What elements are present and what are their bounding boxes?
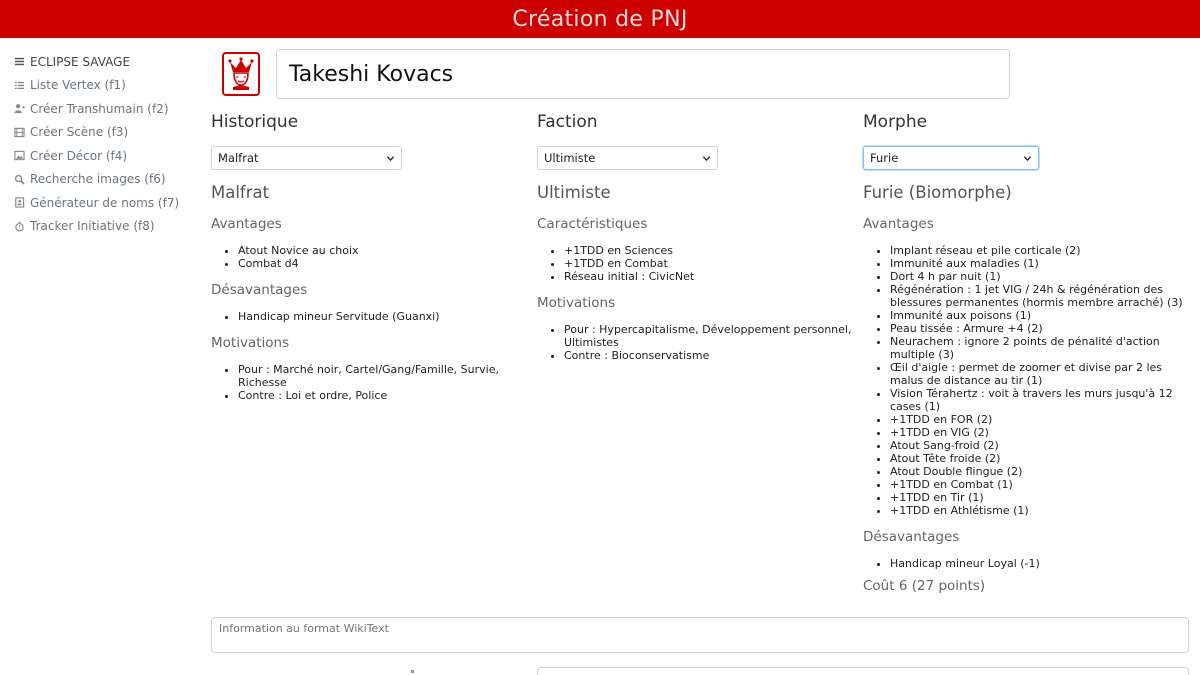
morphe-desavantages-heading: Désavantages bbox=[863, 529, 960, 545]
list-icon bbox=[13, 79, 25, 91]
faction-motivations-list: Pour : Hypercapitalisme, Développement p… bbox=[537, 323, 862, 362]
list-item: Réseau initial : CivicNet bbox=[564, 270, 862, 283]
sidebar-item-creer-decor[interactable]: Créer Décor (f4) bbox=[0, 144, 190, 168]
morphe-desavantages-list: Handicap mineur Loyal (-1) bbox=[863, 557, 1188, 570]
historique-column: Historique Malfrat Malfrat Avantages Ato… bbox=[211, 111, 536, 408]
sidebar-item-label: Créer Transhumain (f2) bbox=[30, 101, 169, 116]
list-item: +1TDD en Combat (1) bbox=[890, 478, 1188, 491]
historique-desavantages-list: Handicap mineur Servitude (Guanxi) bbox=[211, 310, 536, 323]
list-item: Atout Novice au choix bbox=[238, 244, 536, 257]
list-item: +1TDD en VIG (2) bbox=[890, 426, 1188, 439]
character-logo bbox=[222, 52, 260, 96]
list-item: Immunité aux poisons (1) bbox=[890, 309, 1188, 322]
list-item: +1TDD en Athlétisme (1) bbox=[890, 504, 1188, 517]
faction-select-value: Ultimiste bbox=[544, 151, 596, 165]
historique-motivations-heading: Motivations bbox=[211, 335, 290, 351]
header-bar: Création de PNJ bbox=[0, 0, 1200, 38]
morphe-title: Furie (Biomorphe) bbox=[863, 183, 1012, 202]
historique-avantages-heading: Avantages bbox=[211, 216, 282, 232]
sidebar-item-eclipse-savage[interactable]: ECLIPSE SAVAGE bbox=[0, 50, 190, 74]
list-item: Contre : Bioconservatisme bbox=[564, 349, 862, 362]
faction-title: Ultimiste bbox=[537, 183, 611, 202]
user-plus-icon bbox=[13, 103, 25, 115]
sidebar-item-label: ECLIPSE SAVAGE bbox=[30, 54, 131, 69]
list-item: Dort 4 h par nuit (1) bbox=[890, 270, 1188, 283]
list-item: Handicap mineur Servitude (Guanxi) bbox=[238, 310, 536, 323]
historique-select[interactable]: Malfrat bbox=[211, 146, 402, 170]
morphe-heading: Morphe bbox=[863, 112, 928, 132]
historique-motivations-list: Pour : Marché noir, Cartel/Gang/Famille,… bbox=[211, 363, 536, 402]
list-item: Neurachem : ignore 2 points de pénalité … bbox=[890, 335, 1188, 361]
sidebar-item-liste-vertex[interactable]: Liste Vertex (f1) bbox=[0, 74, 190, 98]
sidebar-item-label: Créer Décor (f4) bbox=[30, 148, 128, 163]
search-icon bbox=[13, 173, 25, 185]
list-item: Peau tissée : Armure +4 (2) bbox=[890, 322, 1188, 335]
faction-column: Faction Ultimiste Ultimiste Caractéristi… bbox=[537, 111, 862, 368]
list-item: +1TDD en Combat bbox=[564, 257, 862, 270]
character-name-input[interactable] bbox=[276, 49, 1010, 99]
morphe-avantages-list: Implant réseau et pile corticale (2) Imm… bbox=[863, 244, 1188, 517]
historique-avantages-list: Atout Novice au choix Combat d4 bbox=[211, 244, 536, 270]
divider bbox=[411, 670, 414, 673]
list-item: Œil d'aigle : permet de zoomer et divise… bbox=[890, 361, 1188, 387]
list-item: Vision Térahertz : voit à travers les mu… bbox=[890, 387, 1188, 413]
list-item: Implant réseau et pile corticale (2) bbox=[890, 244, 1188, 257]
sidebar-item-creer-scene[interactable]: Créer Scène (f3) bbox=[0, 121, 190, 145]
bottom-input-field[interactable] bbox=[537, 667, 1189, 675]
faction-select[interactable]: Ultimiste bbox=[537, 146, 718, 170]
list-item: Pour : Marché noir, Cartel/Gang/Famille,… bbox=[238, 363, 516, 389]
historique-title: Malfrat bbox=[211, 183, 270, 202]
historique-select-value: Malfrat bbox=[218, 151, 259, 165]
sidebar-item-label: Créer Scène (f3) bbox=[30, 125, 129, 140]
list-item: Atout Sang-froid (2) bbox=[890, 439, 1188, 452]
sidebar-item-label: Recherche images (f6) bbox=[30, 172, 166, 187]
list-item: Pour : Hypercapitalisme, Développement p… bbox=[564, 323, 862, 349]
list-item: Atout Tête froide (2) bbox=[890, 452, 1188, 465]
sidebar-item-creer-transhumain[interactable]: Créer Transhumain (f2) bbox=[0, 97, 190, 121]
address-book-icon bbox=[13, 197, 25, 209]
morphe-select-value: Furie bbox=[870, 151, 899, 165]
list-item: Combat d4 bbox=[238, 257, 536, 270]
list-item: +1TDD en Sciences bbox=[564, 244, 862, 257]
jester-icon bbox=[228, 57, 254, 90]
list-item: Contre : Loi et ordre, Police bbox=[238, 389, 516, 402]
morphe-avantages-heading: Avantages bbox=[863, 216, 934, 232]
historique-heading: Historique bbox=[211, 112, 299, 132]
faction-caracteristiques-heading: Caractéristiques bbox=[537, 216, 648, 232]
list-item: Immunité aux maladies (1) bbox=[890, 257, 1188, 270]
faction-heading: Faction bbox=[537, 112, 598, 132]
page-title: Création de PNJ bbox=[512, 6, 688, 32]
morphe-cout: Coût 6 (27 points) bbox=[863, 578, 986, 594]
film-icon bbox=[13, 126, 25, 138]
morphe-select[interactable]: Furie bbox=[863, 146, 1039, 170]
sidebar-item-label: Générateur de noms (f7) bbox=[30, 195, 180, 210]
sidebar-item-generateur-noms[interactable]: Générateur de noms (f7) bbox=[0, 191, 190, 215]
faction-caracteristiques-list: +1TDD en Sciences +1TDD en Combat Réseau… bbox=[537, 244, 862, 283]
stopwatch-icon bbox=[13, 220, 25, 232]
image-icon bbox=[13, 150, 25, 162]
chevron-down-icon bbox=[1023, 155, 1032, 161]
list-item: +1TDD en Tir (1) bbox=[890, 491, 1188, 504]
sidebar-item-tracker-initiative[interactable]: Tracker Initiative (f8) bbox=[0, 215, 190, 239]
faction-motivations-heading: Motivations bbox=[537, 295, 616, 311]
sidebar-item-recherche-images[interactable]: Recherche images (f6) bbox=[0, 168, 190, 192]
list-item: Régénération : 1 jet VIG / 24h & régénér… bbox=[890, 283, 1188, 309]
wikitext-field[interactable] bbox=[211, 617, 1189, 653]
list-item: Handicap mineur Loyal (-1) bbox=[890, 557, 1188, 570]
morphe-column: Morphe Furie Furie (Biomorphe) Avantages… bbox=[863, 111, 1188, 594]
list-item: +1TDD en FOR (2) bbox=[890, 413, 1188, 426]
sidebar-item-label: Tracker Initiative (f8) bbox=[30, 219, 155, 234]
sidebar: ECLIPSE SAVAGE Liste Vertex (f1) Créer T… bbox=[0, 50, 190, 238]
historique-desavantages-heading: Désavantages bbox=[211, 282, 308, 298]
sidebar-item-label: Liste Vertex (f1) bbox=[30, 78, 126, 93]
menu-icon bbox=[13, 56, 25, 68]
chevron-down-icon bbox=[702, 155, 711, 161]
chevron-down-icon bbox=[386, 155, 395, 161]
list-item: Atout Double flingue (2) bbox=[890, 465, 1188, 478]
